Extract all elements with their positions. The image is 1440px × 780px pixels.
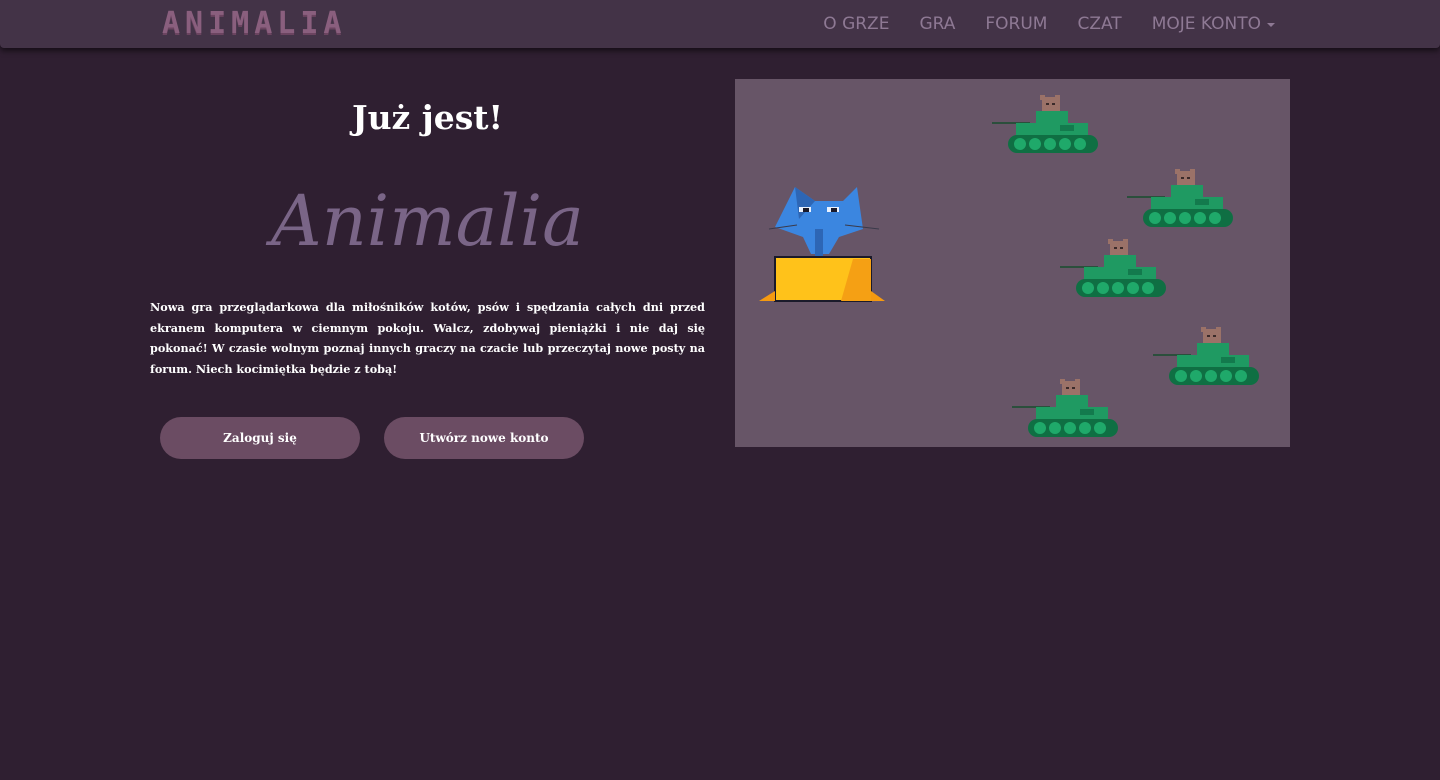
login-button[interactable]: Zaloguj się [160,417,360,459]
nav-link-chat[interactable]: CZAT [1077,14,1121,34]
nav-link-game[interactable]: GRA [919,14,955,34]
hero-title: Animalia [271,180,584,262]
cat-vs-tanks-illustration [759,94,1260,438]
nav-links: O GRZE GRA FORUM CZAT MOJE KONTO [793,0,1275,48]
nav-link-about[interactable]: O GRZE [823,14,889,34]
hero-description: Nowa gra przeglądarkowa dla miłośników k… [150,300,705,376]
caret-down-icon [1267,23,1275,27]
cat-icon [759,187,885,302]
game-illustration [735,79,1290,447]
hero-headline: Już jest! [351,98,504,137]
brand-logo[interactable]: ANIMALIA [162,6,347,42]
register-button[interactable]: Utwórz nowe konto [384,417,584,459]
top-navbar: ANIMALIA O GRZE GRA FORUM CZAT MOJE KONT… [0,0,1440,48]
nav-account-dropdown[interactable]: MOJE KONTO [1152,14,1275,34]
nav-link-forum[interactable]: FORUM [985,14,1047,34]
nav-account-label: MOJE KONTO [1151,14,1261,34]
